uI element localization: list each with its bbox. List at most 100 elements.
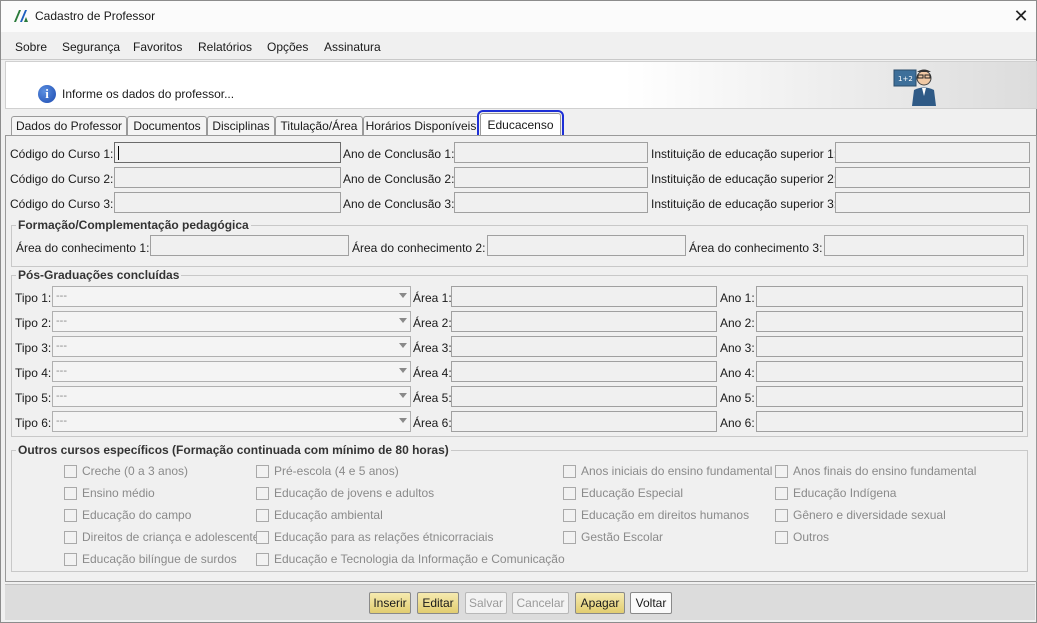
checkbox-tecnologia-informacao[interactable]: Educação e Tecnologia da Informação e Co…	[256, 552, 565, 566]
ano-1-label: Ano 1:	[720, 291, 755, 305]
area-conhecimento-1-label: Área do conhecimento 1:	[16, 241, 150, 255]
area-3-input[interactable]	[451, 336, 717, 357]
tipo-4-select[interactable]: ---	[52, 361, 411, 382]
ano-conclusao-3-label: Ano de Conclusão 3:	[343, 197, 455, 211]
checkbox-anos-finais[interactable]: Anos finais do ensino fundamental	[775, 464, 976, 478]
tipo-6-select[interactable]: ---	[52, 411, 411, 432]
educacenso-panel: Código do Curso 1: Ano de Conclusão 1: I…	[5, 135, 1037, 582]
header-banner: i Informe os dados do professor... 1+2	[5, 61, 1037, 109]
voltar-button[interactable]: Voltar	[630, 592, 672, 614]
checkbox-box[interactable]	[775, 464, 788, 478]
menu-opcoes[interactable]: Opções	[267, 40, 308, 54]
area-6-input[interactable]	[451, 411, 717, 432]
area-5-input[interactable]	[451, 386, 717, 407]
checkbox-box[interactable]	[775, 508, 788, 522]
curso-2-input[interactable]	[114, 167, 341, 188]
tab-dados-professor[interactable]: Dados do Professor	[11, 116, 127, 136]
checkbox-box[interactable]	[256, 508, 269, 522]
menu-seguranca[interactable]: Segurança	[62, 40, 120, 54]
checkbox-box[interactable]	[775, 486, 788, 500]
checkbox-direitos-crianca[interactable]: Direitos de criança e adolescente	[64, 530, 259, 544]
checkbox-anos-iniciais[interactable]: Anos iniciais do ensino fundamental	[563, 464, 772, 478]
close-icon[interactable]: ✕	[1009, 5, 1033, 27]
ano-conclusao-3-input[interactable]	[454, 192, 648, 213]
ano-2-input[interactable]	[756, 311, 1023, 332]
area-2-input[interactable]	[451, 311, 717, 332]
checkbox-educacao-indigena[interactable]: Educação Indígena	[775, 486, 896, 500]
checkbox-ensino-medio[interactable]: Ensino médio	[64, 486, 155, 500]
menu-sobre[interactable]: Sobre	[15, 40, 47, 54]
tipo-2-select[interactable]: ---	[52, 311, 411, 332]
checkbox-direitos-humanos[interactable]: Educação em direitos humanos	[563, 508, 749, 522]
checkbox-bilingue-surdos[interactable]: Educação bilíngue de surdos	[64, 552, 237, 566]
checkbox-box[interactable]	[775, 530, 788, 544]
inserir-button[interactable]: Inserir	[369, 592, 411, 614]
checkbox-box[interactable]	[256, 464, 269, 478]
checkbox-jovens-adultos[interactable]: Educação de jovens e adultos	[256, 486, 434, 500]
checkbox-box[interactable]	[64, 464, 77, 478]
ano-3-input[interactable]	[756, 336, 1023, 357]
checkbox-box[interactable]	[563, 464, 576, 478]
checkbox-box[interactable]	[64, 552, 77, 566]
tipo-3-select[interactable]: ---	[52, 336, 411, 357]
instituicao-3-input[interactable]	[835, 192, 1030, 213]
curso-1-input[interactable]	[114, 142, 341, 163]
tipo-1-label: Tipo 1:	[15, 291, 52, 305]
tab-titulacao-area[interactable]: Titulação/Área	[275, 116, 363, 136]
ano-conclusao-2-input[interactable]	[454, 167, 648, 188]
cancelar-button[interactable]: Cancelar	[512, 592, 569, 614]
area-conhecimento-2-input[interactable]	[487, 235, 686, 256]
checkbox-box[interactable]	[256, 486, 269, 500]
checkbox-outros[interactable]: Outros	[775, 530, 829, 544]
tab-documentos[interactable]: Documentos	[127, 116, 207, 136]
checkbox-relacoes-etnicorraciais[interactable]: Educação para as relações étnicorraciais	[256, 530, 493, 544]
salvar-button[interactable]: Salvar	[465, 592, 507, 614]
ano-4-input[interactable]	[756, 361, 1023, 382]
checkbox-box[interactable]	[563, 530, 576, 544]
ano-4-label: Ano 4:	[720, 366, 755, 380]
ano-5-input[interactable]	[756, 386, 1023, 407]
tab-horarios-disponiveis[interactable]: Horários Disponíveis	[363, 116, 479, 136]
ano-3-label: Ano 3:	[720, 341, 755, 355]
checkbox-box[interactable]	[256, 530, 269, 544]
editar-button[interactable]: Editar	[417, 592, 459, 614]
area-1-label: Área 1:	[413, 291, 452, 305]
area-3-label: Área 3:	[413, 341, 452, 355]
ano-5-label: Ano 5:	[720, 391, 755, 405]
menu-assinatura[interactable]: Assinatura	[324, 40, 381, 54]
menu-favoritos[interactable]: Favoritos	[133, 40, 182, 54]
instituicao-1-input[interactable]	[835, 142, 1030, 163]
apagar-button[interactable]: Apagar	[575, 592, 625, 614]
area-conhecimento-3-input[interactable]	[824, 235, 1024, 256]
checkbox-educacao-especial[interactable]: Educação Especial	[563, 486, 683, 500]
checkbox-creche[interactable]: Creche (0 a 3 anos)	[64, 464, 188, 478]
checkbox-educacao-ambiental[interactable]: Educação ambiental	[256, 508, 383, 522]
menu-relatorios[interactable]: Relatórios	[198, 40, 252, 54]
tipo-6-label: Tipo 6:	[15, 416, 52, 430]
ano-conclusao-1-input[interactable]	[454, 142, 648, 163]
ano-6-input[interactable]	[756, 411, 1023, 432]
curso-3-input[interactable]	[114, 192, 341, 213]
checkbox-box[interactable]	[563, 508, 576, 522]
checkbox-box[interactable]	[256, 552, 269, 566]
area-4-input[interactable]	[451, 361, 717, 382]
instituicao-2-input[interactable]	[835, 167, 1030, 188]
checkbox-genero-diversidade[interactable]: Gênero e diversidade sexual	[775, 508, 946, 522]
ano-conclusao-1-label: Ano de Conclusão 1:	[343, 147, 455, 161]
tab-educacenso[interactable]: Educacenso	[477, 110, 564, 139]
checkbox-box[interactable]	[64, 486, 77, 500]
ano-1-input[interactable]	[756, 286, 1023, 307]
checkbox-pre-escola[interactable]: Pré-escola (4 e 5 anos)	[256, 464, 399, 478]
checkbox-box[interactable]	[563, 486, 576, 500]
area-conhecimento-1-input[interactable]	[150, 235, 349, 256]
checkbox-box[interactable]	[64, 508, 77, 522]
curso-2-label: Código do Curso 2:	[10, 172, 114, 186]
tab-disciplinas[interactable]: Disciplinas	[207, 116, 275, 136]
tipo-1-select[interactable]: ---	[52, 286, 411, 307]
checkbox-box[interactable]	[64, 530, 77, 544]
checkbox-educacao-campo[interactable]: Educação do campo	[64, 508, 191, 522]
checkbox-gestao-escolar[interactable]: Gestão Escolar	[563, 530, 663, 544]
tipo-5-select[interactable]: ---	[52, 386, 411, 407]
instituicao-3-label: Instituição de educação superior 3:	[651, 197, 838, 211]
area-1-input[interactable]	[451, 286, 717, 307]
